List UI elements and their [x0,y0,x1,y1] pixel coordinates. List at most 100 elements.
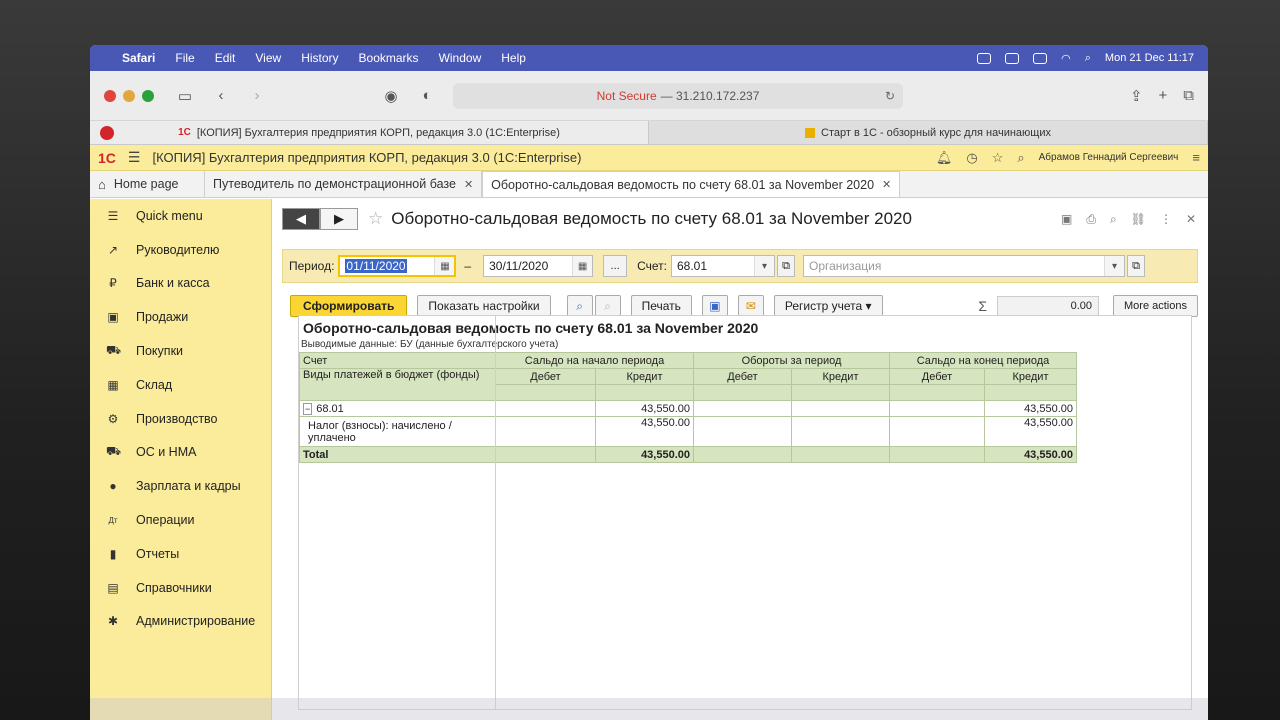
tray-icon[interactable] [1033,52,1048,64]
search-clear-icon[interactable]: ⌕ [594,295,621,317]
more-actions-button[interactable]: More actions [1113,295,1198,317]
total-open-credit: 43,550.00 [595,446,694,463]
close-tab-icon[interactable]: ✕ [464,178,473,191]
main-menu-icon[interactable]: ☰ [128,149,141,166]
sidebar-item-sales[interactable]: ▣ Продажи [90,300,271,334]
show-settings-button[interactable]: Показать настройки [417,295,551,317]
email-icon[interactable]: ✉ [737,295,764,317]
url-text: — 31.210.172.237 [660,88,760,103]
table-row[interactable]: Налог (взносы): начислено / уплачено 43,… [299,416,1077,447]
search-icon[interactable]: ⌕ [566,295,593,317]
menu-history[interactable]: History [301,51,338,65]
print-icon[interactable]: ⎙ [1086,212,1096,227]
report-sheet[interactable]: Оборотно-сальдовая ведомость по счету 68… [298,315,1192,710]
sidebar-item-label: Справочники [136,580,212,595]
period-to-field[interactable]: 30/11/2020 ▦ [483,255,594,277]
favorite-star-icon[interactable]: ☆ [368,209,383,229]
tab-label: Путеводитель по демонстрационной базе [213,177,456,191]
tab-osv-report[interactable]: Оборотно-сальдовая ведомость по счету 68… [482,171,901,197]
clock[interactable]: Mon 21 Dec 11:17 [1105,52,1194,64]
shield-icon[interactable]: ◐ [415,84,439,108]
sidebar-item-operations[interactable]: Дт Операции [90,503,271,537]
tab-guide[interactable]: Путеводитель по демонстрационной базе ✕ [205,171,483,197]
period-select-button[interactable]: ... [603,255,628,277]
table-row[interactable]: −68.01 43,550.00 43,550.00 [299,400,1077,417]
sidebar-item-bank[interactable]: ₽ Банк и касса [90,267,271,301]
dropdown-icon[interactable]: ▾ [1104,256,1124,276]
history-icon[interactable]: ◷ [966,150,977,166]
sidebar-item-admin[interactable]: ✱ Администрирование [90,605,271,639]
favorites-icon[interactable]: ☆ [992,150,1004,166]
menu-window[interactable]: Window [439,51,482,65]
new-tab-icon[interactable]: + [1159,87,1168,105]
safari-tab-1c[interactable]: 1С [КОПИЯ] Бухгалтерия предприятия КОРП,… [90,121,649,144]
tab-home-page[interactable]: ⌂ Home page [90,171,205,197]
tab-overview-icon[interactable]: ⧉ [1183,87,1194,105]
table-total-row[interactable]: Total 43,550.00 43,550.00 [299,446,1077,463]
cell-close-credit: 43,550.00 [984,400,1077,417]
sidebar-item-purchases[interactable]: ⛟ Покупки [90,334,271,368]
share-icon[interactable]: ⇪ [1130,87,1143,105]
sidebar-item-salary[interactable]: ● Зарплата и кадры [90,469,271,503]
menu-file[interactable]: File [175,51,194,65]
search-icon[interactable]: ⌕ [1017,150,1024,166]
sidebar-toggle-icon[interactable]: ▭ [173,84,197,108]
print-button[interactable]: Печать [630,295,692,317]
sidebar-item-reports[interactable]: ▮ Отчеты [90,537,271,571]
sidebar-item-catalogs[interactable]: ▤ Справочники [90,571,271,605]
quick-menu-icon: ☰ [107,208,119,223]
collapse-icon[interactable]: − [303,402,313,415]
period-from-field[interactable]: 01/11/2020 ▦ [338,255,457,277]
preview-icon[interactable]: ⌕ [1110,212,1117,227]
privacy-icon[interactable]: ◉ [379,84,403,108]
save-icon[interactable]: ▣ [701,295,728,317]
back-icon[interactable]: ‹ [209,84,233,108]
organization-field[interactable]: Организация ▾ [803,255,1125,277]
notifications-icon[interactable]: 🔔︎ [936,150,953,166]
menu-edit[interactable]: Edit [215,51,236,65]
tray-icon[interactable] [1005,52,1020,64]
report-subtitle: Выводимые данные: БУ (данные бухгалтерск… [301,339,559,350]
register-dropdown[interactable]: Регистр учета ▾ [773,295,883,317]
account-label: Счет: [637,259,667,273]
close-tab-icon[interactable]: ✕ [882,178,891,191]
zoom-window-button[interactable] [142,89,154,102]
close-icon[interactable]: ✕ [1186,212,1196,227]
forward-icon[interactable]: ▶ [320,208,358,230]
menu-help[interactable]: Help [501,51,526,65]
sidebar-item-manager[interactable]: ↗ Руководителю [90,233,271,267]
sidebar-item-quick-menu[interactable]: ☰ Quick menu [90,199,271,233]
user-name[interactable]: Абрамов Геннадий Сергеевич [1039,152,1179,163]
reload-icon[interactable]: ↻ [885,89,895,103]
minimize-window-button[interactable] [123,89,135,102]
wifi-icon[interactable]: ◠ [1061,52,1071,65]
sidebar-item-fixed-assets[interactable]: ⛟ ОС и НМА [90,436,271,470]
calendar-icon[interactable]: ▦ [572,256,593,276]
menu-app-safari[interactable]: Safari [122,51,155,65]
save-icon[interactable]: ▣ [1061,212,1072,227]
search-icon[interactable]: ⌕ [1085,52,1091,65]
back-icon[interactable]: ◀ [282,208,320,230]
settings-menu-icon[interactable]: ≡ [1192,150,1200,165]
account-field[interactable]: 68.01 ▾ [671,255,775,277]
bar-chart-icon: ▮ [109,546,117,561]
close-window-button[interactable] [104,89,116,102]
tray-icon[interactable] [977,52,992,64]
sidebar-item-label: Склад [136,377,173,392]
dropdown-icon[interactable]: ▾ [754,256,774,276]
open-icon[interactable]: ⧉ [777,255,795,277]
generate-button[interactable]: Сформировать [290,295,408,317]
header-payment-types: Виды платежей в бюджет (фонды) [299,368,496,401]
address-bar[interactable]: Not Secure — 31.210.172.237 ↻ [453,82,903,109]
link-icon[interactable]: ⛓ [1131,212,1146,227]
menu-bookmarks[interactable]: Bookmarks [359,51,419,65]
more-icon[interactable]: ⋮ [1160,212,1172,227]
safari-tab-course[interactable]: Старт в 1С - обзорный курс для начинающи… [649,121,1208,144]
menu-view[interactable]: View [255,51,281,65]
sidebar-item-warehouse[interactable]: ▦ Склад [90,368,271,402]
open-icon[interactable]: ⧉ [1127,255,1145,277]
forward-icon[interactable]: › [245,84,269,108]
sidebar-item-production[interactable]: ⚙ Производство [90,402,271,436]
macos-dock [90,698,1208,720]
calendar-icon[interactable]: ▦ [434,257,455,275]
